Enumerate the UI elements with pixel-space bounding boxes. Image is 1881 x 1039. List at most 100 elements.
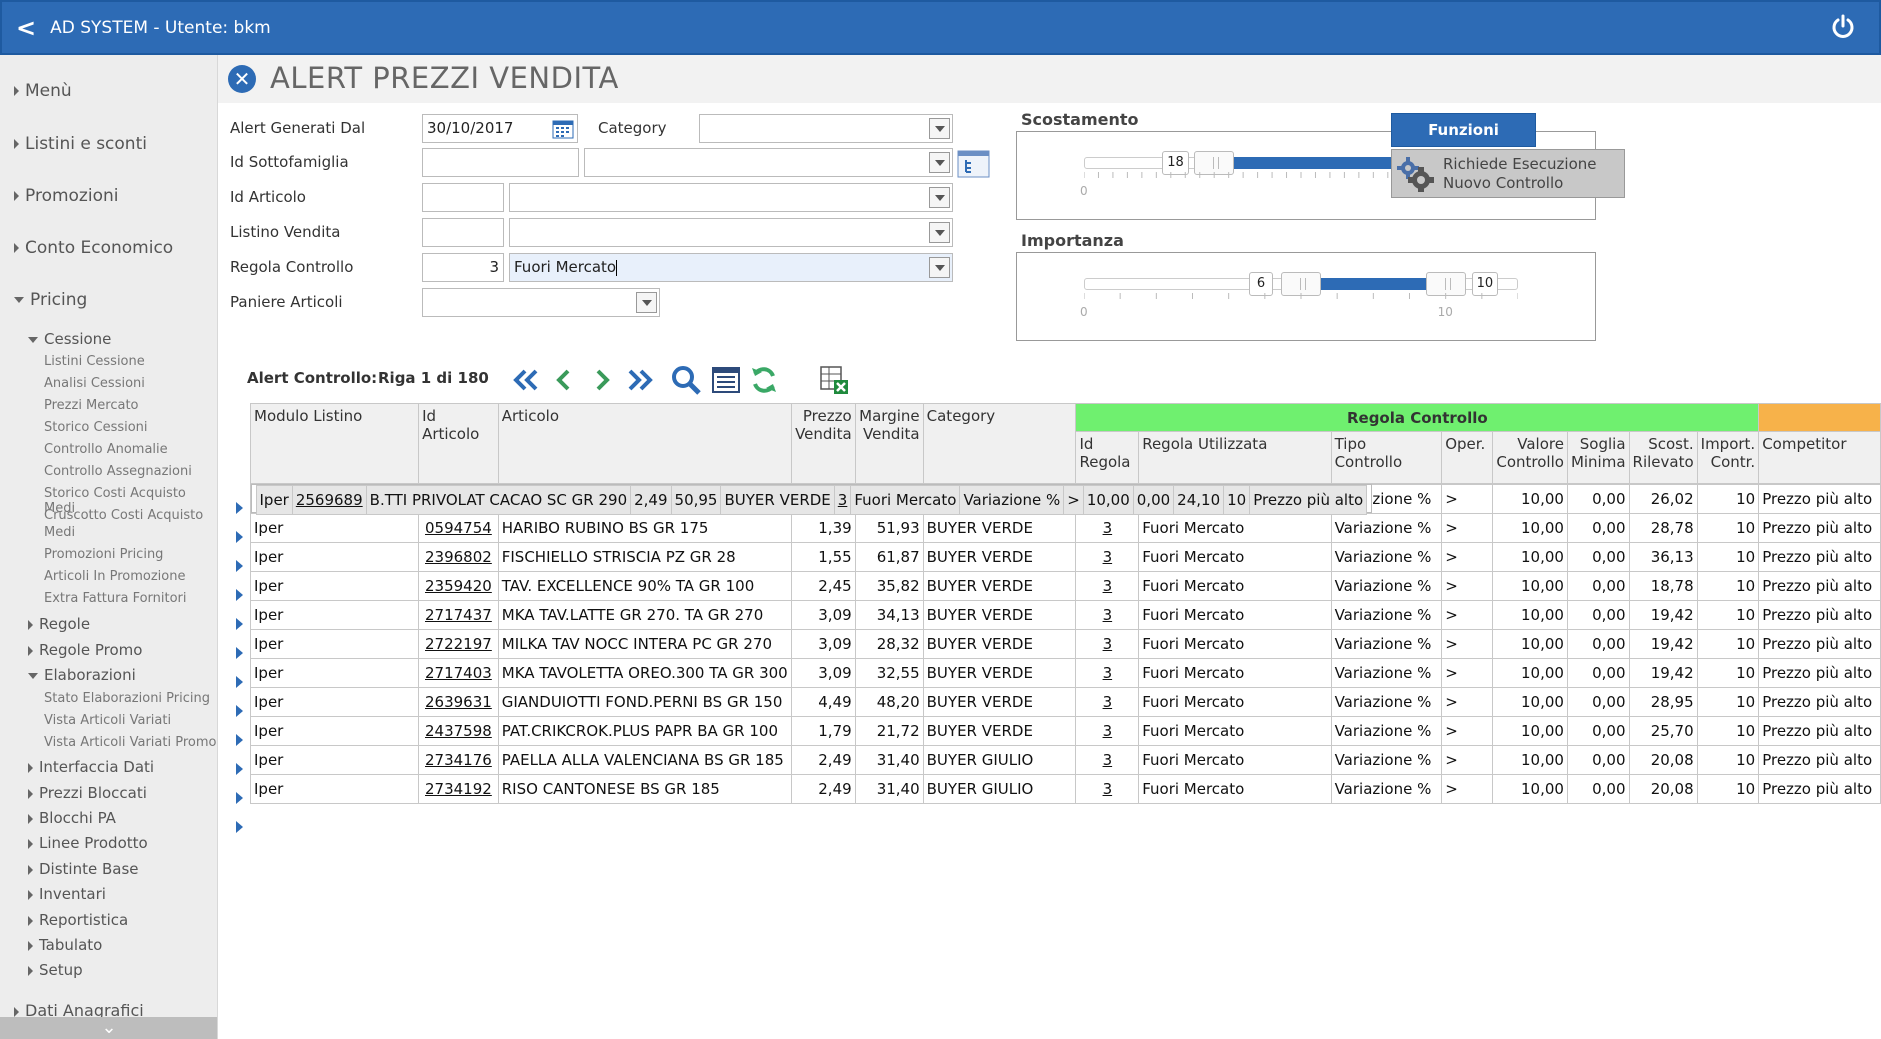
col-import[interactable]: Import. Contr. (1696, 431, 1760, 484)
sidebar-item-cessione[interactable]: Cessione (28, 330, 111, 348)
articolo-select[interactable] (509, 183, 953, 212)
listino-code-input[interactable] (422, 218, 504, 247)
row-expand-icon[interactable] (236, 705, 243, 717)
sidebar-item-linee[interactable]: Linee Prodotto (28, 834, 148, 852)
table-row[interactable]: Iper 2359420 TAV. EXCELLENCE 90% TA GR 100… (249, 571, 1881, 601)
col-prezzo[interactable]: Prezzo Vendita (790, 403, 856, 484)
sidebar-item-elaborazioni[interactable]: Elaborazioni (28, 666, 136, 684)
row-expand-icon[interactable] (236, 763, 243, 775)
regola-code-input[interactable]: 3 (422, 253, 504, 282)
prev-page-icon[interactable] (548, 364, 580, 396)
row-expand-icon[interactable] (236, 821, 243, 833)
columns-icon[interactable] (710, 364, 742, 396)
sidebar-item-setup[interactable]: Setup (28, 961, 83, 979)
table-row[interactable]: Iper 2569689 B.TTI PRIVOLAT CACAO SC GR 29… (250, 484, 1373, 515)
table-cell[interactable]: 3 (1075, 716, 1140, 746)
sidebar-subitem[interactable]: Listini Cessione (44, 354, 145, 369)
first-page-icon[interactable] (510, 364, 542, 396)
chevron-down-icon[interactable] (636, 292, 657, 313)
table-row[interactable]: Iper 2734192 RISO CANTONESE BS GR 185 2,49 3… (249, 774, 1881, 804)
sidebar-subitem[interactable]: Vista Articoli Variati Promo (44, 735, 216, 750)
table-cell[interactable]: 2396802 (418, 542, 499, 572)
sidebar-subitem[interactable]: Analisi Cessioni (44, 376, 145, 391)
sidebar-item-blocchi[interactable]: Blocchi PA (28, 809, 116, 827)
table-cell[interactable]: 0594754 (418, 513, 499, 543)
calendar-icon[interactable] (552, 118, 574, 139)
col-soglia[interactable]: Soglia Minima (1566, 431, 1630, 484)
table-cell[interactable]: 3 (1075, 745, 1140, 775)
regola-select[interactable]: Fuori Mercato (509, 253, 953, 282)
sidebar-item-conto-economico[interactable]: Conto Economico (14, 238, 173, 258)
sidebar-item-prezzi-bloccati[interactable]: Prezzi Bloccati (28, 784, 147, 802)
col-scost[interactable]: Scost. Rilevato (1628, 431, 1698, 484)
sidebar-subitem[interactable]: Medi (44, 525, 75, 540)
sidebar-subitem[interactable]: Articoli In Promozione (44, 569, 185, 584)
excel-export-icon[interactable] (818, 364, 850, 396)
col-competitor[interactable]: Competitor (1758, 431, 1881, 484)
sidebar-subitem[interactable]: Stato Elaborazioni Pricing (44, 691, 210, 706)
sidebar-item-regole-promo[interactable]: Regole Promo (28, 641, 142, 659)
table-cell[interactable]: 3 (1075, 571, 1140, 601)
table-cell[interactable]: 3 (1075, 658, 1140, 688)
table-cell[interactable]: 3 (1075, 629, 1140, 659)
table-row[interactable]: Iper 2734176 PAELLA ALLA VALENCIANA BS GR … (249, 745, 1881, 775)
col-regola[interactable]: Regola Utilizzata (1138, 431, 1332, 484)
table-row[interactable]: Iper 2396802 FISCHIELLO STRISCIA PZ GR 28 1… (249, 542, 1881, 572)
power-icon[interactable] (1829, 13, 1857, 41)
sidebar-item-pricing[interactable]: Pricing (14, 290, 87, 310)
sidebar-item-menu[interactable]: Menù (14, 81, 72, 101)
table-cell[interactable]: 2639631 (418, 687, 499, 717)
close-icon[interactable]: ✕ (228, 65, 256, 93)
sidebar-item-tabulato[interactable]: Tabulato (28, 936, 102, 954)
table-cell[interactable]: 3 (833, 485, 852, 515)
sidebar-subitem[interactable]: Storico Cessioni (44, 420, 148, 435)
row-expand-icon[interactable] (236, 734, 243, 746)
sidebar-subitem[interactable]: Controllo Anomalie (44, 442, 168, 457)
col-valore[interactable]: Valore Controllo (1491, 431, 1568, 484)
row-expand-icon[interactable] (236, 647, 243, 659)
chevron-down-icon[interactable] (929, 187, 950, 208)
row-expand-icon[interactable] (236, 560, 243, 572)
sidebar-item-regole[interactable]: Regole (28, 615, 90, 633)
col-category[interactable]: Category (922, 403, 1077, 484)
sidebar-subitem[interactable]: Vista Articoli Variati (44, 713, 171, 728)
col-oper[interactable]: Oper. (1441, 431, 1493, 484)
sidebar-subitem[interactable]: Controllo Assegnazioni (44, 464, 192, 479)
col-id-regola[interactable]: Id Regola (1075, 431, 1140, 484)
row-expand-icon[interactable] (236, 502, 243, 514)
table-row[interactable]: Iper 0594754 HARIBO RUBINO BS GR 175 1,39 51… (249, 513, 1881, 543)
table-cell[interactable]: 3 (1075, 542, 1140, 572)
col-modulo[interactable]: Modulo Listino (249, 403, 420, 484)
chevron-down-icon[interactable] (929, 152, 950, 173)
row-expand-icon[interactable] (236, 589, 243, 601)
sidebar-item-listini[interactable]: Listini e sconti (14, 134, 147, 154)
back-button[interactable]: < (16, 16, 36, 40)
table-row[interactable]: Iper 2639631 GIANDUIOTTI FOND.PERNI BS GR … (249, 687, 1881, 717)
sidebar-subitem[interactable]: Promozioni Pricing (44, 547, 163, 562)
sidebar-item-promozioni[interactable]: Promozioni (14, 186, 118, 206)
sidebar-subitem[interactable]: Prezzi Mercato (44, 398, 139, 413)
table-cell[interactable]: 2569689 (291, 485, 367, 515)
table-cell[interactable]: 2437598 (418, 716, 499, 746)
row-expand-icon[interactable] (236, 531, 243, 543)
col-id-articolo[interactable]: Id Articolo (418, 403, 499, 484)
nuovo-controllo-button[interactable]: Richiede Esecuzione Nuovo Controllo (1391, 149, 1625, 198)
table-cell[interactable]: 2359420 (418, 571, 499, 601)
table-cell[interactable]: 2717437 (418, 600, 499, 630)
sidebar-scroll-button[interactable]: ⌄ (0, 1017, 217, 1039)
table-row[interactable]: Iper 2722197 MILKA TAV NOCC INTERA PC GR 2… (249, 629, 1881, 659)
sidebar-subitem[interactable]: Cruscotto Costi Acquisto (44, 508, 203, 523)
col-articolo[interactable]: Articolo (497, 403, 792, 484)
table-cell[interactable]: 2734176 (418, 745, 499, 775)
sidebar-item-interfaccia[interactable]: Interfaccia Dati (28, 758, 154, 776)
sidebar-item-reportistica[interactable]: Reportistica (28, 911, 128, 929)
col-margine[interactable]: Margine Vendita (854, 403, 924, 484)
last-page-icon[interactable] (624, 364, 656, 396)
table-row[interactable]: Iper 2717403 MKA TAVOLETTA OREO.300 TA GR … (249, 658, 1881, 688)
sidebar-item-distinte[interactable]: Distinte Base (28, 860, 139, 878)
chevron-down-icon[interactable] (929, 222, 950, 243)
table-cell[interactable]: 3 (1075, 600, 1140, 630)
table-cell[interactable]: 3 (1075, 774, 1140, 804)
table-cell[interactable]: 2734192 (418, 774, 499, 804)
refresh-icon[interactable] (748, 364, 780, 396)
